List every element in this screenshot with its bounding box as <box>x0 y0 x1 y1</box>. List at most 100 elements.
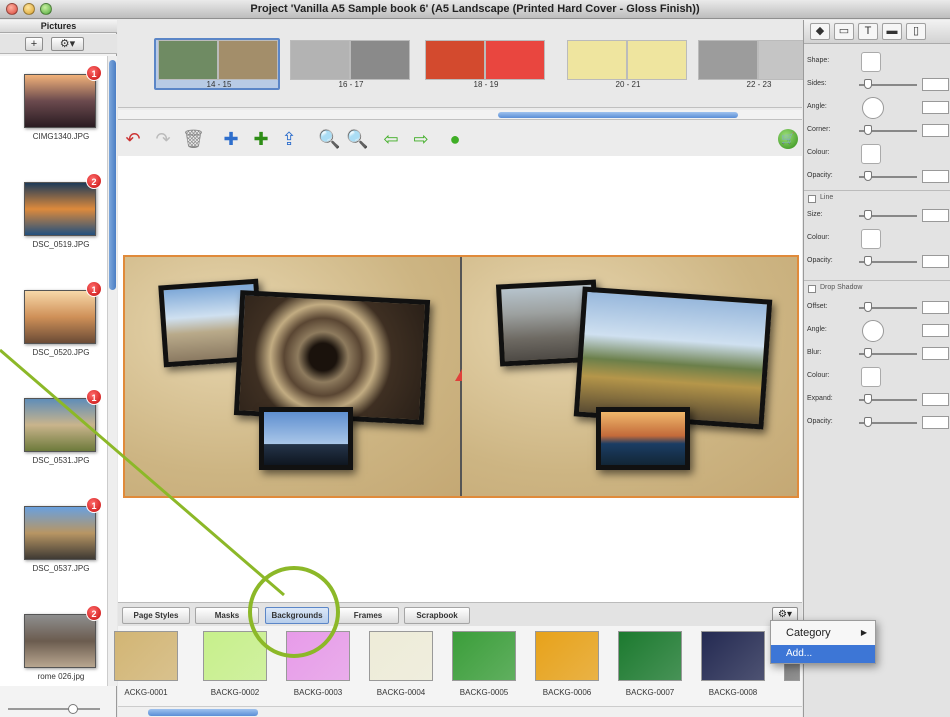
picture-thumbnail[interactable] <box>24 290 96 344</box>
picture-thumbnail[interactable] <box>24 614 96 668</box>
forward-arrow-icon[interactable]: ⇨ <box>410 129 432 149</box>
value-field[interactable] <box>922 347 949 360</box>
spread-thumbnail[interactable]: 20 - 21 <box>565 40 691 90</box>
photo-silhouette[interactable] <box>259 407 353 470</box>
menu-item-category[interactable]: Category ▶ <box>771 623 875 643</box>
cart-icon[interactable]: 🛒 <box>778 129 798 149</box>
background-swatch-item[interactable]: BACKG-0006 <box>535 631 599 697</box>
background-swatch-item[interactable]: BACKG-0003 <box>286 631 350 697</box>
value-field[interactable] <box>922 78 949 91</box>
info-icon[interactable]: ● <box>444 129 466 149</box>
redo-icon[interactable]: ↷ <box>152 129 174 149</box>
value-field[interactable] <box>922 393 949 406</box>
value-field[interactable] <box>922 170 949 183</box>
value-field[interactable] <box>922 124 949 137</box>
book-spread[interactable] <box>123 255 799 498</box>
background-swatch-item[interactable]: ACKG-0001 <box>114 631 178 697</box>
move-page-icon[interactable]: ⇪ <box>278 129 300 149</box>
slider-knob[interactable] <box>864 302 872 312</box>
background-swatch[interactable] <box>618 631 682 681</box>
background-swatch-item[interactable]: BACKG-0004 <box>369 631 433 697</box>
drop-shadow-checkbox[interactable] <box>808 285 816 293</box>
background-swatch[interactable] <box>286 631 350 681</box>
minimize-button[interactable] <box>23 3 35 15</box>
page-icon[interactable]: ▯ <box>906 23 926 40</box>
value-field[interactable] <box>922 416 949 429</box>
picture-thumbnail[interactable] <box>24 398 96 452</box>
spread-thumbnail[interactable]: 18 - 19 <box>423 40 549 90</box>
ruler-icon[interactable]: ▬ <box>882 23 902 40</box>
colour-well[interactable] <box>861 229 881 249</box>
picture-list[interactable]: 1 CIMG1340.JPG 2 DSC_0519.JPG 1 DSC_0520.JPG 1… <box>0 56 107 686</box>
colour-well[interactable] <box>861 367 881 387</box>
colour-well[interactable] <box>861 52 881 72</box>
add-page-icon[interactable]: ✚ <box>220 129 242 149</box>
picture-item[interactable]: 1 CIMG1340.JPG <box>22 64 102 156</box>
tab-masks[interactable]: Masks <box>195 607 259 624</box>
slider-knob[interactable] <box>864 125 872 135</box>
tab-page-styles[interactable]: Page Styles <box>122 607 190 624</box>
pictures-gear-menu-button[interactable]: ⚙▾ <box>51 37 84 51</box>
left-page[interactable] <box>125 257 460 496</box>
photo-pool[interactable] <box>596 407 690 470</box>
scrollbar-thumb[interactable] <box>148 709 258 716</box>
trash-icon[interactable]: 🗑 <box>182 129 205 149</box>
background-swatch[interactable] <box>114 631 178 681</box>
value-field[interactable] <box>922 301 949 314</box>
picture-item[interactable]: 2 rome 026.jpg <box>22 604 102 696</box>
slider-knob[interactable] <box>68 704 78 714</box>
background-swatch[interactable] <box>701 631 765 681</box>
background-swatch[interactable] <box>535 631 599 681</box>
colour-well[interactable] <box>861 144 881 164</box>
value-field[interactable] <box>922 255 949 268</box>
background-swatch[interactable] <box>452 631 516 681</box>
spread-strip-scrollbar[interactable] <box>118 110 802 120</box>
zoom-in-icon[interactable]: 🔍 <box>346 129 368 149</box>
value-field[interactable] <box>922 209 949 222</box>
value-field[interactable] <box>922 101 949 114</box>
angle-dial[interactable] <box>862 320 884 342</box>
tab-backgrounds[interactable]: Backgrounds <box>265 607 329 624</box>
right-page[interactable] <box>462 257 797 496</box>
picture-thumbnail[interactable] <box>24 506 96 560</box>
thumbnail-size-slider[interactable] <box>8 704 100 714</box>
background-swatch[interactable] <box>203 631 267 681</box>
photo-dome[interactable] <box>233 290 431 425</box>
slider-knob[interactable] <box>864 394 872 404</box>
value-field[interactable] <box>922 324 949 337</box>
text-icon[interactable]: T <box>858 23 878 40</box>
picture-list-scrollbar[interactable] <box>107 56 117 686</box>
scrollbar-thumb[interactable] <box>109 60 116 290</box>
picture-thumbnail[interactable] <box>24 74 96 128</box>
tab-scrapbook[interactable]: Scrapbook <box>404 607 470 624</box>
menu-item-add[interactable]: Add... <box>771 645 875 663</box>
picture-item[interactable]: 2 DSC_0519.JPG <box>22 172 102 264</box>
scrollbar-thumb[interactable] <box>498 112 738 118</box>
background-swatch-item[interactable]: BACKG-0007 <box>618 631 682 697</box>
spread-thumbnail[interactable]: 14 - 15 <box>154 38 280 90</box>
add-picture-button[interactable]: + <box>25 37 43 51</box>
tab-frames[interactable]: Frames <box>337 607 399 624</box>
layout-icon[interactable]: ▭ <box>834 23 854 40</box>
background-swatch[interactable] <box>369 631 433 681</box>
angle-dial[interactable] <box>862 97 884 119</box>
back-arrow-icon[interactable]: ⇦ <box>380 129 402 149</box>
picture-item[interactable]: 1 DSC_0537.JPG <box>22 496 102 588</box>
insert-page-icon[interactable]: ✚ <box>250 129 272 149</box>
line-checkbox[interactable] <box>808 195 816 203</box>
picture-thumbnail[interactable] <box>24 182 96 236</box>
slider-knob[interactable] <box>864 256 872 266</box>
slider-knob[interactable] <box>864 417 872 427</box>
shape-icon[interactable]: ◆ <box>810 23 830 40</box>
picture-item[interactable]: 1 DSC_0520.JPG <box>22 280 102 372</box>
close-button[interactable] <box>6 3 18 15</box>
zoom-out-icon[interactable]: 🔍 <box>318 129 340 149</box>
backgrounds-scrollbar[interactable] <box>118 706 802 717</box>
background-swatch-item[interactable]: BACKG-0002 <box>203 631 267 697</box>
slider-knob[interactable] <box>864 348 872 358</box>
picture-item[interactable]: 1 DSC_0531.JPG <box>22 388 102 480</box>
zoom-button[interactable] <box>40 3 52 15</box>
slider-knob[interactable] <box>864 79 872 89</box>
undo-icon[interactable]: ↶ <box>122 129 144 149</box>
background-swatch-item[interactable]: BACKG-0008 <box>701 631 765 697</box>
